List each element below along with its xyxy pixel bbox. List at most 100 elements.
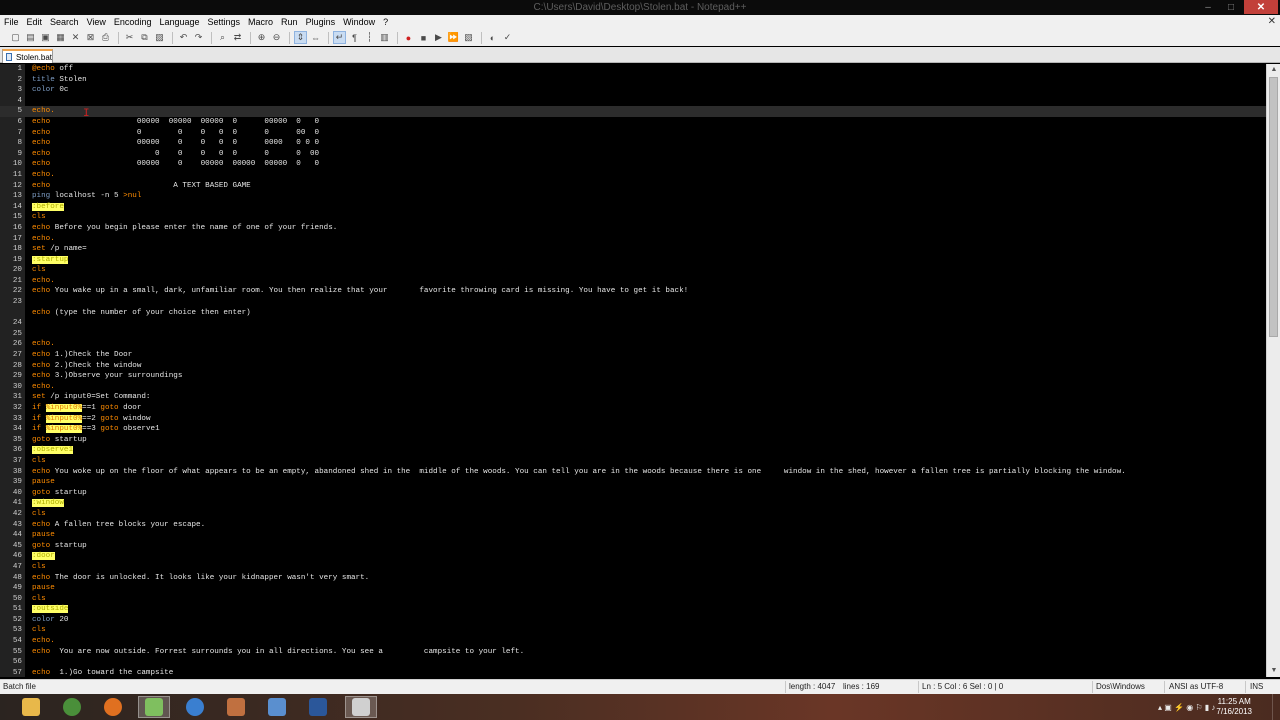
taskbar-app-button[interactable] bbox=[302, 696, 334, 718]
code-line[interactable]: 14:before bbox=[0, 202, 1266, 213]
sync-horizontal-icon[interactable]: ⇔ bbox=[309, 31, 322, 44]
menu-encoding[interactable]: Encoding bbox=[110, 15, 156, 29]
menu-edit[interactable]: Edit bbox=[23, 15, 47, 29]
code-line[interactable]: 33 if %input0%==2 goto window bbox=[0, 414, 1266, 425]
code-line[interactable]: 4 bbox=[0, 96, 1266, 107]
save-icon[interactable]: ▣ bbox=[39, 31, 52, 44]
taskbar-app-button[interactable] bbox=[15, 696, 47, 718]
code-line[interactable]: 46:door bbox=[0, 551, 1266, 562]
taskbar-app-button[interactable] bbox=[56, 696, 88, 718]
taskbar-app-button[interactable] bbox=[261, 696, 293, 718]
code-line[interactable]: 30 echo. bbox=[0, 382, 1266, 393]
code-line[interactable]: 19:startup bbox=[0, 255, 1266, 266]
play-multiple-icon[interactable]: ⏩ bbox=[447, 31, 460, 44]
undo-icon[interactable]: ↶ bbox=[177, 31, 190, 44]
zoom-in-icon[interactable]: ⊕ bbox=[255, 31, 268, 44]
word-wrap-icon[interactable]: ↵ bbox=[333, 31, 346, 44]
code-line[interactable]: 27 echo 1.)Check the Door bbox=[0, 350, 1266, 361]
zoom-out-icon[interactable]: ⊖ bbox=[270, 31, 283, 44]
paste-icon[interactable]: ▨ bbox=[153, 31, 166, 44]
menu-window[interactable]: Window bbox=[339, 15, 379, 29]
code-line[interactable]: 49 pause bbox=[0, 583, 1266, 594]
code-line[interactable]: 50 cls bbox=[0, 594, 1266, 605]
scroll-down-arrow-icon[interactable]: ▼ bbox=[1267, 665, 1280, 677]
code-line[interactable]: 1 @echo off bbox=[0, 64, 1266, 75]
new-file-icon[interactable]: ▢ bbox=[9, 31, 22, 44]
taskbar-app-button[interactable] bbox=[97, 696, 129, 718]
code-line[interactable]: 40 goto startup bbox=[0, 488, 1266, 499]
scroll-thumb[interactable] bbox=[1269, 77, 1278, 337]
cut-icon[interactable]: ✂ bbox=[123, 31, 136, 44]
close-icon[interactable]: ✕ bbox=[69, 31, 82, 44]
menu-settings[interactable]: Settings bbox=[204, 15, 245, 29]
close-window-button[interactable]: ✕ bbox=[1244, 0, 1278, 14]
taskbar-app-button[interactable] bbox=[179, 696, 211, 718]
code-line[interactable]: 31 set /p input0=Set Command: bbox=[0, 392, 1266, 403]
menu-language[interactable]: Language bbox=[155, 15, 203, 29]
doc-map-icon[interactable]: ▥ bbox=[378, 31, 391, 44]
taskbar-app-button[interactable] bbox=[138, 696, 170, 718]
code-line[interactable]: 16 echo Before you begin please enter the… bbox=[0, 223, 1266, 234]
find-icon[interactable]: ⌕ bbox=[216, 31, 229, 44]
spell-check-icon[interactable]: ✓ bbox=[501, 31, 514, 44]
code-line[interactable]: 12 echo A TEXT BASED GAME bbox=[0, 181, 1266, 192]
code-line[interactable]: 3 color 0c bbox=[0, 85, 1266, 96]
code-line[interactable]: 2 title Stolen bbox=[0, 75, 1266, 86]
sync-vertical-icon[interactable]: ⇕ bbox=[294, 31, 307, 44]
code-line[interactable]: 26 echo. bbox=[0, 339, 1266, 350]
save-macro-icon[interactable]: ▧ bbox=[462, 31, 475, 44]
code-line[interactable]: 51:outside bbox=[0, 604, 1266, 615]
code-line[interactable]: 52 color 20 bbox=[0, 615, 1266, 626]
scroll-up-arrow-icon[interactable]: ▲ bbox=[1267, 64, 1280, 76]
menu-run[interactable]: Run bbox=[277, 15, 302, 29]
code-line[interactable]: 43 echo A fallen tree blocks your escape. bbox=[0, 520, 1266, 531]
minimize-button[interactable]: – bbox=[1197, 0, 1219, 14]
code-line[interactable]: 56 bbox=[0, 657, 1266, 668]
taskbar-app-button[interactable] bbox=[345, 696, 377, 718]
code-line[interactable]: 6 echo 00000 00000 00000 0 00000 0 0 bbox=[0, 117, 1266, 128]
record-macro-icon[interactable]: ● bbox=[402, 31, 415, 44]
code-line[interactable]: 36:observe1 bbox=[0, 445, 1266, 456]
menu-plugins[interactable]: Plugins bbox=[302, 15, 340, 29]
code-line[interactable]: 47 cls bbox=[0, 562, 1266, 573]
code-line[interactable]: 39 pause bbox=[0, 477, 1266, 488]
code-line[interactable]: 54 echo. bbox=[0, 636, 1266, 647]
code-line[interactable]: 38 echo You woke up on the floor of what … bbox=[0, 467, 1266, 478]
copy-icon[interactable]: ⧉ bbox=[138, 31, 151, 44]
save-all-icon[interactable]: ▦ bbox=[54, 31, 67, 44]
code-line[interactable]: 25 bbox=[0, 329, 1266, 340]
system-tray-icons[interactable]: ▴ ▣ ⚡ ◉ ⚐ ▮ ♪ bbox=[1158, 694, 1215, 720]
title-bar[interactable]: C:\Users\David\Desktop\Stolen.bat - Note… bbox=[0, 0, 1280, 16]
code-line[interactable]: 17 echo. bbox=[0, 234, 1266, 245]
code-line[interactable]: 28 echo 2.)Check the window bbox=[0, 361, 1266, 372]
close-all-icon[interactable]: ⊠ bbox=[84, 31, 97, 44]
menu-file[interactable]: File bbox=[0, 15, 23, 29]
redo-icon[interactable]: ↷ bbox=[192, 31, 205, 44]
code-line[interactable]: 23 bbox=[0, 297, 1266, 308]
menu-help[interactable]: ? bbox=[379, 15, 392, 29]
open-file-icon[interactable]: ▤ bbox=[24, 31, 37, 44]
code-line[interactable]: 18 set /p name= bbox=[0, 244, 1266, 255]
taskbar-app-button[interactable] bbox=[220, 696, 252, 718]
tab-stolen-bat[interactable]: Stolen.bat bbox=[2, 49, 53, 63]
code-line[interactable]: 24 bbox=[0, 318, 1266, 329]
code-line[interactable]: 37 cls bbox=[0, 456, 1266, 467]
code-line[interactable]: 29 echo 3.)Observe your surroundings bbox=[0, 371, 1266, 382]
maximize-button[interactable]: □ bbox=[1220, 0, 1242, 14]
code-line[interactable]: 41:window bbox=[0, 498, 1266, 509]
play-macro-icon[interactable]: ▶ bbox=[432, 31, 445, 44]
launch-browser-icon[interactable]: ◐ bbox=[486, 31, 499, 44]
menu-view[interactable]: View bbox=[83, 15, 110, 29]
code-line[interactable]: 32 if %input0%==1 goto door bbox=[0, 403, 1266, 414]
taskbar-clock[interactable]: 11:25 AM 7/16/2013 bbox=[1216, 697, 1252, 717]
code-editor[interactable]: 1 @echo off 2 title Stolen 3 color 0c 4 5 echo. 6… bbox=[0, 64, 1280, 677]
code-line[interactable]: 15 cls bbox=[0, 212, 1266, 223]
vertical-scrollbar[interactable]: ▲ ▼ bbox=[1266, 64, 1280, 677]
stop-record-icon[interactable]: ■ bbox=[417, 31, 430, 44]
code-line[interactable]: 44 pause bbox=[0, 530, 1266, 541]
code-line[interactable]: 10 echo 00000 0 00000 00000 00000 0 0 bbox=[0, 159, 1266, 170]
indent-guide-icon[interactable]: ┆ bbox=[363, 31, 376, 44]
show-desktop-button[interactable] bbox=[1272, 694, 1280, 720]
close-document-button[interactable]: ✕ bbox=[1268, 15, 1276, 29]
code-line[interactable]: 9 echo 0 0 0 0 0 0 0 00 bbox=[0, 149, 1266, 160]
